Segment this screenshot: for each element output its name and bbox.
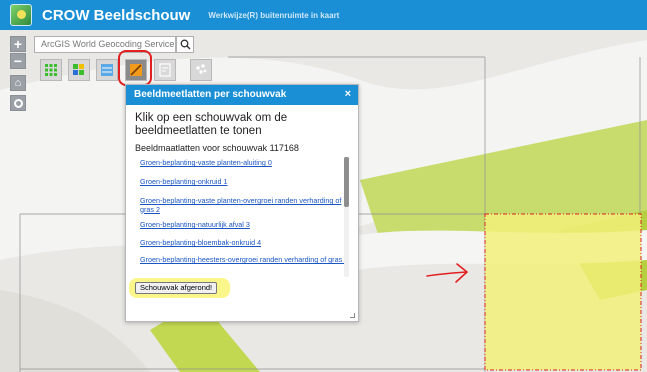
popup-title: Beeldmeetlatten per schouwvak <box>134 89 287 100</box>
resize-grip-icon[interactable] <box>350 313 355 318</box>
edit-form-tool-button[interactable] <box>154 59 176 81</box>
grid-green-tool-button[interactable] <box>40 59 62 81</box>
measure-link[interactable]: Groen-beplanting-vaste planten-overgroei… <box>140 196 350 214</box>
grid-mixed-tool-icon <box>73 64 84 75</box>
list-tool-icon <box>101 64 113 76</box>
popup-scrollbar[interactable] <box>344 157 349 277</box>
search-icon <box>180 39 191 50</box>
grid-mixed-tool-button[interactable] <box>68 59 90 81</box>
scrollbar-thumb[interactable] <box>344 157 349 207</box>
edit-form-tool-icon <box>159 63 171 77</box>
crow-app-logo-icon <box>10 4 32 26</box>
search-button[interactable] <box>176 36 194 53</box>
popup-caption: Beeldmaatlatten voor schouwvak 117168 <box>135 143 299 153</box>
measure-ruler-tool-button[interactable] <box>125 59 147 81</box>
measure-link[interactable]: Groen-beplanting-natuurlijk afval 3 <box>140 220 250 230</box>
measure-popup: Beeldmeetlatten per schouwvak × Klik op … <box>125 84 359 322</box>
app-title: CROW Beeldschouw <box>42 6 191 24</box>
list-tool-button[interactable] <box>96 59 118 81</box>
popup-instruction: Klik op een schouwvak om de beeldmeetlat… <box>135 112 288 137</box>
points-tool-button[interactable] <box>190 59 212 81</box>
app-subtitle: Werkwijze(R) buitenruimte in kaart <box>208 10 340 20</box>
popup-header: Beeldmeetlatten per schouwvak × <box>126 85 358 105</box>
measure-link[interactable]: Groen-beplanting-onkruid 1 <box>140 177 228 187</box>
close-icon[interactable]: × <box>345 88 351 100</box>
zoom-out-button[interactable]: − <box>10 53 26 69</box>
measure-ruler-tool-icon <box>130 64 142 76</box>
measure-link[interactable]: Groen-beplanting-bloembak-onkruid 4 <box>140 238 261 248</box>
measure-link[interactable]: Groen-beplanting-vaste planten-aluiting … <box>140 158 272 168</box>
selected-schouwvak <box>484 213 642 371</box>
measure-link[interactable]: Groen-beplanting-heesters-overgroei rand… <box>140 255 348 265</box>
locate-button[interactable] <box>10 95 26 111</box>
locate-icon <box>13 99 23 108</box>
points-tool-icon <box>196 64 207 74</box>
app-header: CROW Beeldschouw Werkwijze(R) buitenruim… <box>0 0 647 30</box>
search-input[interactable]: ArcGIS World Geocoding Service <box>34 36 176 53</box>
home-button[interactable]: ⌂ <box>10 75 26 91</box>
zoom-in-button[interactable]: + <box>10 36 26 52</box>
done-button[interactable]: Schouwvak afgerond! <box>135 282 218 294</box>
grid-green-tool-icon <box>45 64 57 76</box>
